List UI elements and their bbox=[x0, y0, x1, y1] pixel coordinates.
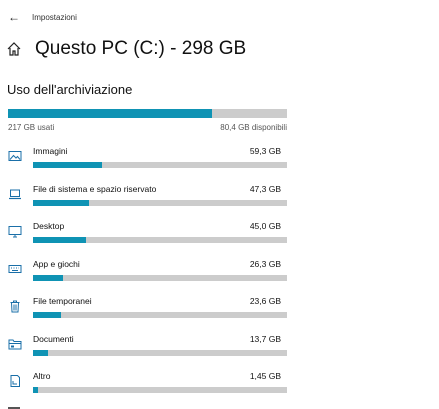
category-usage-fill bbox=[33, 237, 87, 243]
category-usage-fill bbox=[33, 349, 49, 356]
category-size: 13,7 GB bbox=[249, 333, 281, 344]
category-size: 23,6 GB bbox=[249, 296, 281, 306]
overall-usage-bar bbox=[8, 109, 287, 118]
category-name: Altro bbox=[33, 371, 51, 381]
category-name: App e giochi bbox=[33, 258, 80, 269]
monitor-icon bbox=[8, 226, 22, 238]
category-usage-fill bbox=[33, 274, 64, 281]
category-size: 59,3 GB bbox=[249, 146, 281, 156]
home-icon bbox=[7, 42, 21, 56]
trash-icon bbox=[10, 300, 20, 313]
free-space-label: 80,4 GB disponibili bbox=[220, 123, 287, 132]
laptop-icon bbox=[9, 189, 21, 199]
category-usage-fill bbox=[33, 387, 39, 393]
category-usage-fill bbox=[33, 199, 89, 206]
category-name: File di sistema e spazio riservato bbox=[33, 183, 157, 194]
storage-usage-heading: Uso dell'archiviazione bbox=[7, 82, 133, 97]
category-name: File temporanei bbox=[33, 296, 92, 306]
title-bar: ← Impostazioni bbox=[6, 8, 77, 26]
category-item[interactable]: Documenti 13,7 GB bbox=[8, 332, 287, 370]
category-item[interactable]: Immagini 59,3 GB bbox=[8, 144, 287, 182]
category-usage-fill bbox=[33, 162, 102, 168]
overall-usage: 217 GB usati 80,4 GB disponibili bbox=[8, 109, 287, 132]
folder-icon bbox=[8, 339, 22, 349]
overall-usage-fill bbox=[8, 109, 212, 118]
page-title: Questo PC (C:) - 298 GB bbox=[35, 38, 247, 59]
used-space-label: 217 GB usati bbox=[8, 123, 55, 132]
category-usage-bar bbox=[33, 162, 287, 168]
category-item[interactable]: Altro 1,45 GB bbox=[8, 369, 287, 407]
category-name: Desktop bbox=[33, 221, 65, 231]
category-name: Immagini bbox=[33, 146, 68, 156]
category-usage-bar bbox=[33, 387, 287, 393]
category-usage-bar bbox=[33, 312, 287, 318]
category-size: 45,0 GB bbox=[249, 221, 281, 231]
category-usage-bar bbox=[33, 199, 287, 206]
page-header: Questo PC (C:) - 298 GB bbox=[6, 38, 246, 60]
category-size: 1,45 GB bbox=[249, 371, 281, 381]
app-title: Impostazioni bbox=[32, 12, 77, 22]
image-icon bbox=[8, 151, 22, 161]
category-usage-bar bbox=[33, 349, 287, 356]
category-list: Immagini 59,3 GB File di sistema e spazio … bbox=[8, 144, 287, 407]
category-item[interactable]: App e giochi 26,3 GB bbox=[8, 257, 287, 295]
back-arrow-icon[interactable]: ← bbox=[6, 9, 22, 25]
category-item[interactable]: File temporanei 23,6 GB bbox=[8, 294, 287, 332]
category-item[interactable]: Desktop 45,0 GB bbox=[8, 219, 287, 257]
keyboard-icon bbox=[8, 264, 22, 273]
category-usage-fill bbox=[33, 312, 61, 318]
category-usage-bar bbox=[33, 274, 287, 281]
other-file-icon bbox=[10, 375, 20, 387]
category-size: 26,3 GB bbox=[249, 258, 281, 269]
category-size: 47,3 GB bbox=[249, 183, 281, 194]
category-name: Documenti bbox=[33, 333, 74, 344]
category-usage-bar bbox=[33, 237, 287, 243]
category-item[interactable]: File di sistema e spazio riservato 47,3 G… bbox=[8, 182, 287, 220]
